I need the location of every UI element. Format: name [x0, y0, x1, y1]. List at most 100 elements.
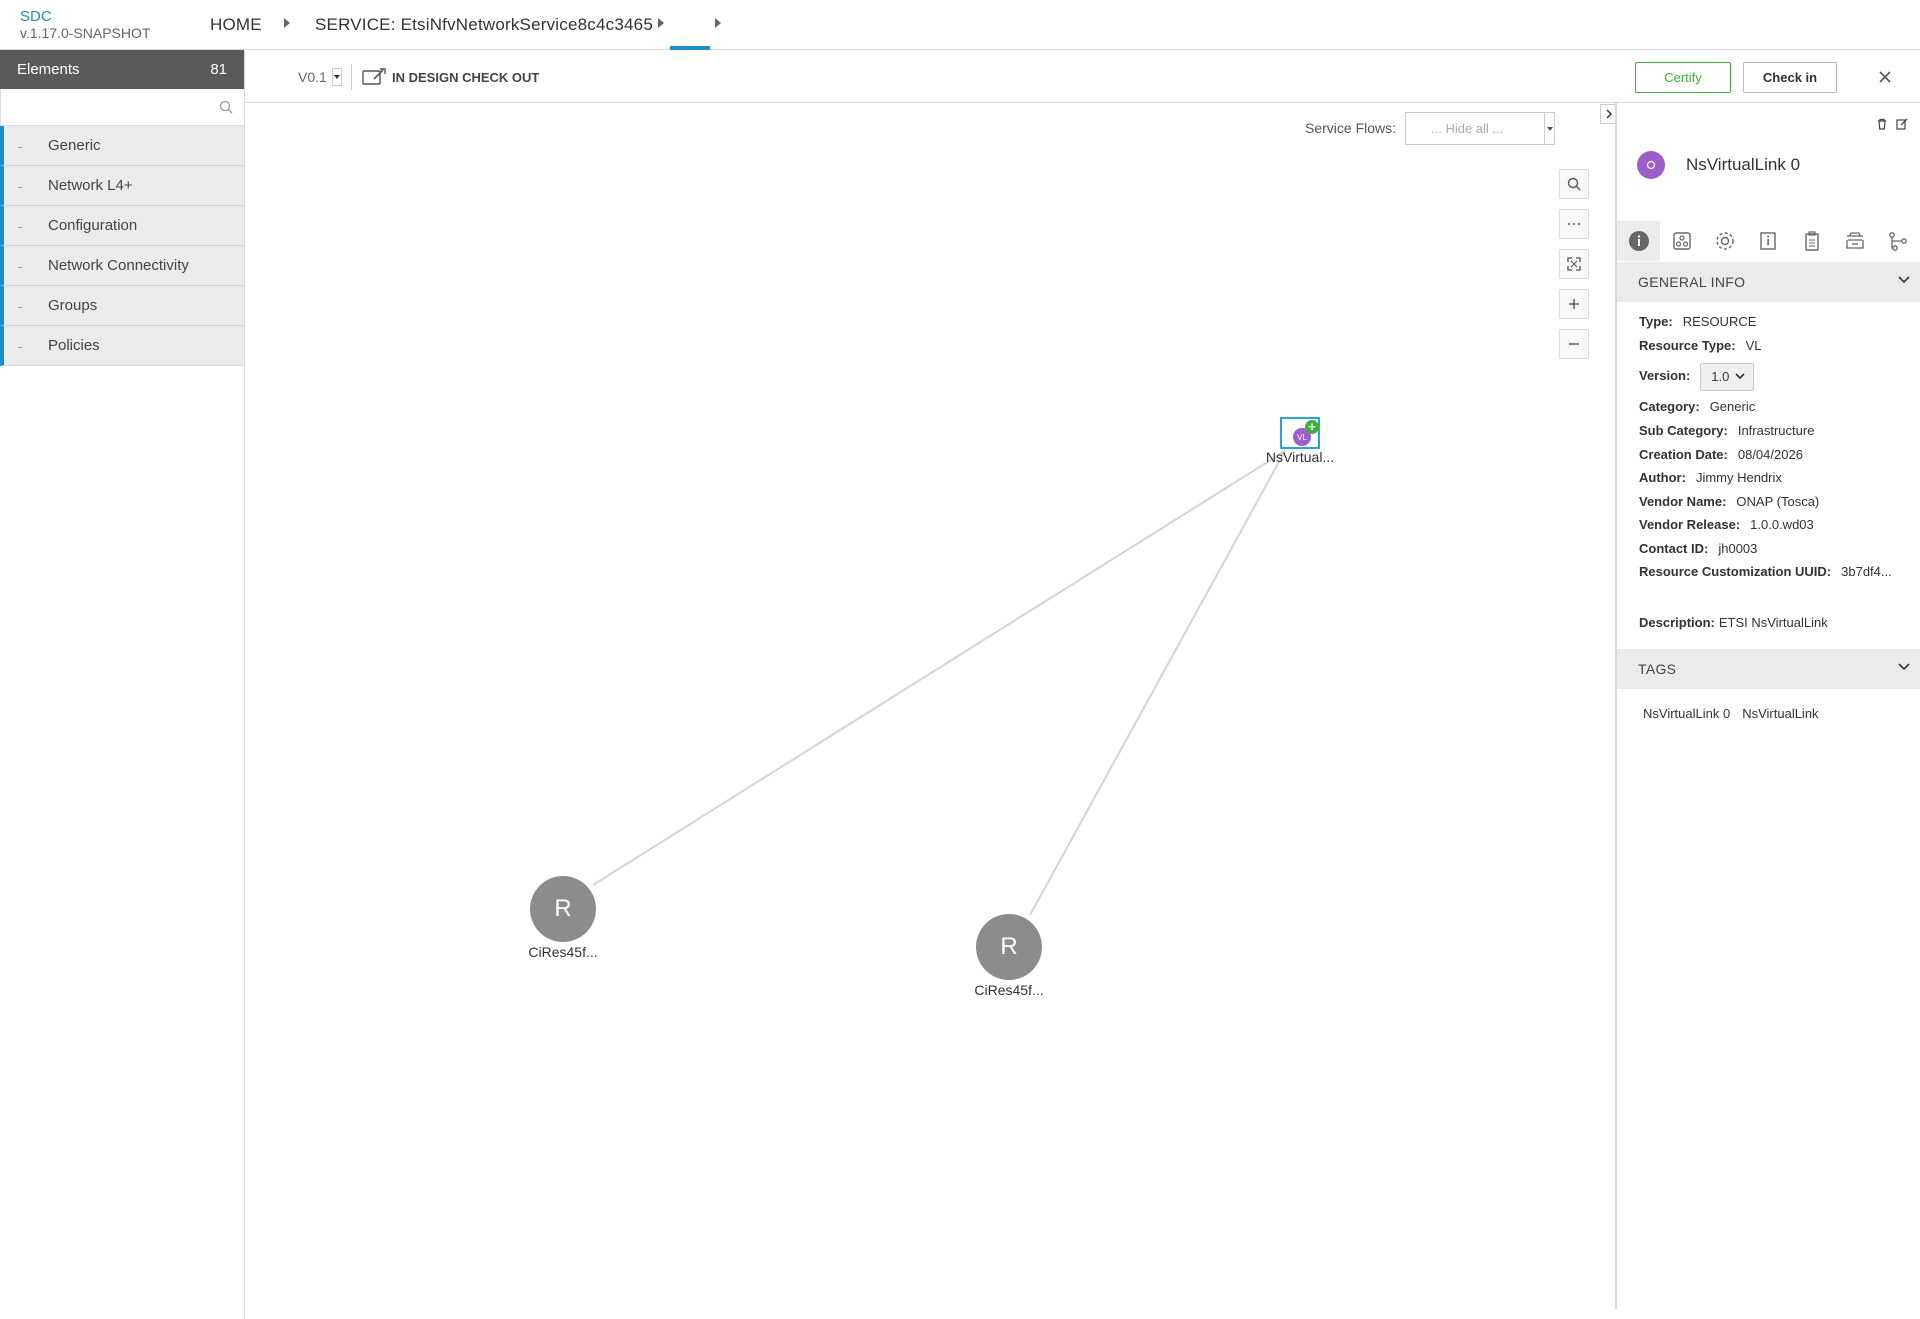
panel-title: NsVirtualLink 0 [1686, 155, 1801, 174]
plus-icon[interactable]: + [1305, 420, 1319, 434]
tags-header[interactable]: TAGS [1617, 649, 1920, 689]
checkout-state-icon [362, 68, 386, 91]
plus-icon [1569, 299, 1579, 309]
info-key: Category: [1639, 399, 1700, 414]
info-value: 1.0.0.wd03 [1750, 517, 1814, 532]
version-dropdown[interactable]: 1.0 [1700, 362, 1755, 391]
collapse-dash-icon: - [18, 257, 23, 274]
search-icon[interactable] [219, 100, 233, 119]
palette-group-policies[interactable]: - Policies [0, 326, 244, 366]
palette-title: Elements [17, 61, 80, 78]
search-canvas-button[interactable] [1559, 169, 1589, 199]
chevron-down-icon [1735, 373, 1745, 380]
breadcrumb-arrow-icon[interactable] [715, 18, 721, 28]
palette-search-input[interactable] [1, 89, 244, 125]
resource-node-label: CiRes45f... [528, 944, 598, 960]
info-value: 08/04/2026 [1737, 447, 1803, 462]
resource-node-label: CiRes45f... [974, 982, 1044, 998]
panel-tabs [1617, 221, 1920, 261]
lifecycle-state: IN DESIGN CHECK OUT [392, 70, 540, 85]
tab-properties[interactable] [1704, 221, 1747, 261]
collapse-dash-icon: - [18, 217, 23, 234]
fit-to-screen-button[interactable] [1559, 249, 1589, 279]
collapse-dash-icon: - [18, 337, 23, 354]
palette-group-label: Configuration [48, 217, 138, 234]
ellipsis-icon [1568, 223, 1580, 225]
zoom-out-button[interactable] [1559, 329, 1589, 359]
zoom-in-button[interactable] [1559, 289, 1589, 319]
tab-information-artifacts[interactable] [1747, 221, 1790, 261]
breadcrumb-service[interactable]: SERVICE: EtsiNfvNetworkService8c4c3465 [315, 15, 653, 35]
info-creation-date: Creation Date: 08/04/2026 [1639, 447, 1803, 462]
info-key: Contact ID: [1639, 541, 1709, 556]
palette-count: 81 [210, 61, 227, 78]
chevron-down-icon[interactable] [332, 68, 342, 86]
info-box-icon [1760, 232, 1777, 250]
info-key: Type: [1639, 314, 1673, 329]
collapse-dash-icon: - [18, 137, 23, 154]
palette-group-generic[interactable]: - Generic [0, 126, 244, 166]
info-type: Type: RESOURCE [1639, 314, 1756, 329]
tab-deployment-artifacts[interactable] [1660, 221, 1703, 261]
general-info-header[interactable]: GENERAL INFO [1617, 262, 1920, 302]
resource-node[interactable]: R [976, 914, 1042, 980]
palette-group-label: Policies [48, 337, 100, 354]
breadcrumb-arrow-icon[interactable] [658, 18, 664, 28]
vl-node[interactable]: VL + [1280, 417, 1320, 449]
service-flows-select[interactable]: ... Hide all ... [1405, 112, 1555, 145]
info-value: VL [1745, 338, 1762, 353]
info-key: Vendor Name: [1639, 494, 1727, 509]
relation-link[interactable] [592, 450, 1286, 886]
tab-relations[interactable] [1877, 221, 1920, 261]
search-icon [1567, 177, 1581, 191]
version-select[interactable]: V0.1 [298, 69, 327, 85]
chevron-down-icon[interactable] [1544, 113, 1554, 144]
tab-api-artifacts[interactable] [1790, 221, 1833, 261]
certify-button[interactable]: Certify [1635, 62, 1731, 93]
breadcrumb-arrow-icon[interactable] [284, 18, 290, 28]
service-flows-value: ... Hide all ... [1431, 121, 1504, 136]
tags-list: NsVirtualLink 0 NsVirtualLink [1643, 706, 1819, 721]
palette-group-network-connectivity[interactable]: - Network Connectivity [0, 246, 244, 286]
palette-group-configuration[interactable]: - Configuration [0, 206, 244, 246]
more-options-button[interactable] [1559, 209, 1589, 239]
edit-icon[interactable] [1896, 117, 1908, 135]
app-version: v.1.17.0-SNAPSHOT [20, 25, 151, 41]
chevron-down-icon[interactable] [1898, 276, 1910, 284]
trash-icon[interactable] [1876, 117, 1888, 135]
info-value: jh0003 [1718, 541, 1758, 556]
info-value: ONAP (Tosca) [1736, 494, 1820, 509]
palette-group-label: Network L4+ [48, 177, 133, 194]
service-flows-label: Service Flows: [1305, 120, 1397, 136]
brand-name: SDC [20, 8, 52, 25]
close-icon[interactable] [1875, 67, 1895, 87]
info-version: Version: 1.0 [1639, 362, 1755, 391]
tab-general-info[interactable] [1617, 221, 1661, 261]
tab-composition[interactable] [1833, 221, 1876, 261]
breadcrumb-home[interactable]: HOME [210, 15, 262, 35]
palette-group-network-l4[interactable]: - Network L4+ [0, 166, 244, 206]
check-in-button[interactable]: Check in [1743, 62, 1837, 93]
info-key: Resource Customization UUID: [1639, 564, 1832, 579]
version-value: 1.0 [1711, 369, 1730, 385]
info-key: Description: [1639, 615, 1715, 630]
vl-component-icon [1637, 151, 1665, 179]
info-author: Author: Jimmy Hendrix [1639, 470, 1782, 485]
panel-actions [1876, 117, 1908, 135]
palette-group-groups[interactable]: - Groups [0, 286, 244, 326]
composition-canvas[interactable]: Service Flows: ... Hide all ... VL + NsV… [245, 103, 1615, 1309]
info-key: Author: [1639, 470, 1686, 485]
brand[interactable]: SDC v.1.17.0-SNAPSHOT [20, 8, 151, 42]
info-value: RESOURCE [1682, 314, 1757, 329]
chevron-down-icon[interactable] [1898, 663, 1910, 671]
workspace-toolbar: V0.1 IN DESIGN CHECK OUT Certify Check i… [245, 50, 1920, 103]
info-contact-id: Contact ID: jh0003 [1639, 541, 1757, 556]
info-vendor-name: Vendor Name: ONAP (Tosca) [1639, 494, 1819, 509]
section-title: TAGS [1638, 661, 1677, 677]
section-title: GENERAL INFO [1638, 274, 1746, 290]
archive-icon [1846, 232, 1864, 249]
resource-node[interactable]: R [530, 876, 596, 942]
elements-palette: Elements 81 - Generic - Network L4+ - Co… [0, 50, 245, 1319]
clipboard-icon [1805, 231, 1819, 251]
relation-link[interactable] [1029, 450, 1286, 916]
